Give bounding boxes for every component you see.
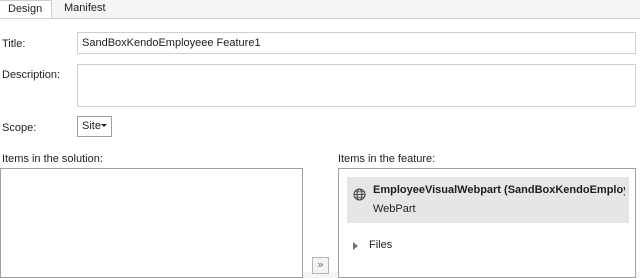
tab-strip: Design Manifest (0, 0, 640, 18)
solution-items-label: Items in the solution: (2, 153, 103, 165)
scope-dropdown[interactable]: Site (77, 116, 112, 137)
scope-selected-value: Site (82, 120, 101, 132)
move-all-right-button[interactable]: » (312, 257, 329, 274)
solution-items-list[interactable] (0, 168, 303, 278)
feature-items-label: Items in the feature: (338, 153, 436, 165)
feature-item-type: WebPart (373, 203, 416, 215)
description-label: Description: (2, 69, 61, 81)
files-folder-label: Files (369, 239, 393, 251)
title-input[interactable] (77, 32, 636, 54)
title-label: Title: (2, 38, 26, 50)
tab-manifest[interactable]: Manifest (56, 0, 118, 18)
scope-label: Scope: (2, 122, 37, 134)
feature-item-webpart[interactable]: EmployeeVisualWebpart (SandBoxKendoEmplo… (347, 177, 629, 223)
expand-arrow-icon[interactable] (353, 242, 358, 250)
feature-item-title: EmployeeVisualWebpart (SandBoxKendoEmplo… (373, 184, 625, 196)
tab-design[interactable]: Design (0, 0, 52, 18)
chevron-down-icon (101, 124, 107, 127)
feature-designer-panel: Title: Description: Scope: Site Items in… (0, 18, 640, 278)
description-input[interactable] (77, 64, 636, 107)
globe-icon (353, 188, 366, 201)
feature-items-list[interactable]: EmployeeVisualWebpart (SandBoxKendoEmplo… (338, 168, 636, 278)
